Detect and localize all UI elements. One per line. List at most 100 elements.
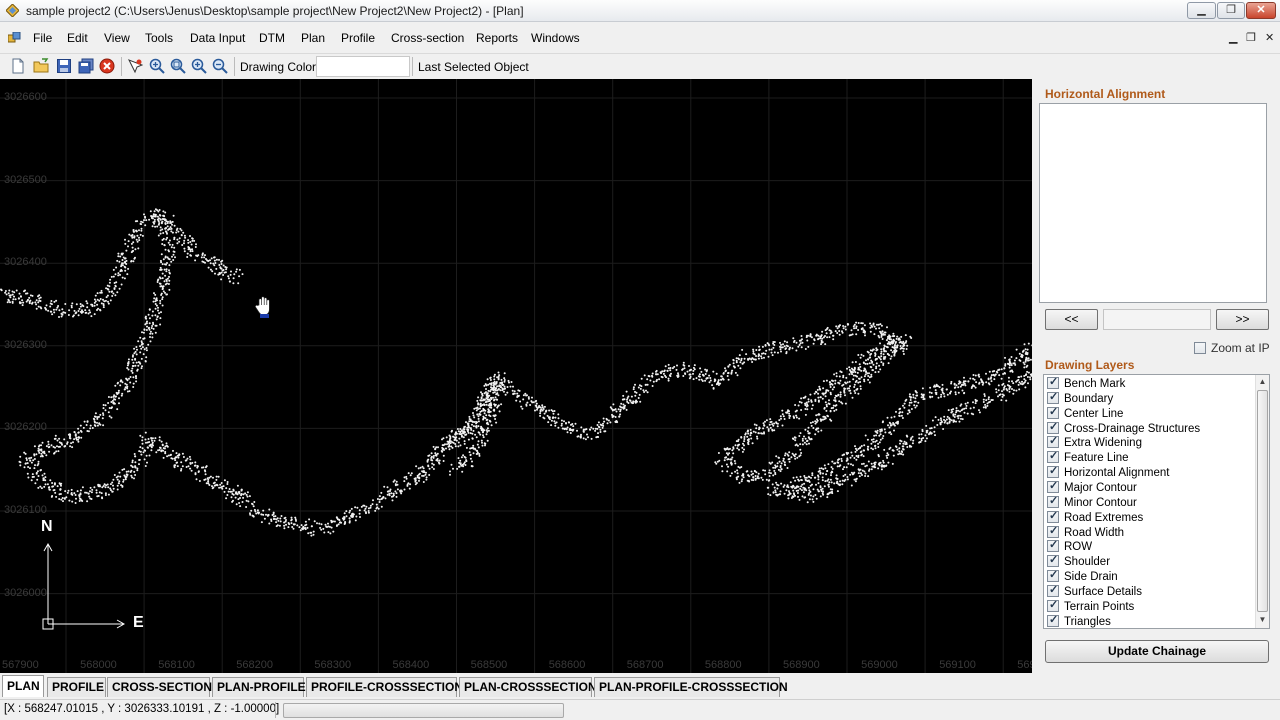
checkbox-icon[interactable] [1047,598,1059,612]
tab-plan-crosssection[interactable]: PLAN-CROSSSECTION [459,677,597,697]
layer-item[interactable]: Horizontal Alignment [1047,464,1169,481]
tab-profile[interactable]: PROFILE [47,677,106,697]
checkbox-icon[interactable] [1047,583,1059,597]
layer-item[interactable]: Triangles [1047,613,1111,628]
layers-scrollbar[interactable]: ▲ ▼ [1255,375,1269,628]
stop-icon[interactable] [99,58,115,74]
terrain-point [237,282,240,285]
terrain-point [60,312,63,315]
tab-plan-profile[interactable]: PLAN-PROFILE [212,677,306,697]
tab-cross-section[interactable]: CROSS-SECTION [107,677,212,697]
layer-item[interactable]: Road Width [1047,524,1124,541]
mdi-close-icon[interactable]: ✕ [1265,31,1274,44]
tab-plan-profile-crosssection[interactable]: PLAN-PROFILE-CROSSSECTION [594,677,788,697]
layer-item[interactable]: Terrain Points [1047,598,1134,615]
mdi-minimize-icon[interactable]: ▁ [1229,31,1237,44]
layer-item[interactable]: Feature Line [1047,449,1129,466]
zoom-window-icon[interactable] [170,58,186,74]
close-button[interactable]: ✕ [1246,2,1276,19]
terrain-point [812,495,815,498]
checkbox-icon[interactable] [1047,479,1059,493]
checkbox-icon[interactable] [1047,420,1059,434]
terrain-point [646,378,649,381]
terrain-point [903,344,906,347]
open-folder-icon[interactable] [33,58,49,74]
checkbox-icon[interactable] [1194,342,1206,354]
checkbox-icon[interactable] [1047,509,1059,523]
drawing-color-field[interactable] [316,56,410,77]
zoom-extents-icon[interactable] [191,58,207,74]
alignment-nav-field[interactable] [1103,309,1211,330]
minimize-button[interactable]: ▁ [1187,2,1216,19]
checkbox-icon[interactable] [1047,464,1059,479]
menu-view[interactable]: View [104,31,130,45]
new-file-icon[interactable] [10,58,26,74]
layer-item[interactable]: Cross-Drainage Structures [1047,420,1200,437]
terrain-point [80,436,83,439]
terrain-point [483,398,486,401]
terrain-point [434,454,437,457]
menu-profile[interactable]: Profile [341,31,375,45]
terrain-point [845,376,848,379]
terrain-point [457,457,460,460]
terrain-point [893,415,896,418]
scroll-thumb[interactable] [1257,390,1268,612]
layer-item[interactable]: Extra Widening [1047,434,1142,451]
scroll-up-icon[interactable]: ▲ [1256,375,1269,389]
scroll-down-icon[interactable]: ▼ [1256,613,1269,627]
layer-item[interactable]: Road Extremes [1047,509,1143,526]
drawing-layers-list[interactable]: Bench MarkBoundaryCenter LineCross-Drain… [1043,374,1270,629]
menu-reports[interactable]: Reports [476,31,518,45]
checkbox-icon[interactable] [1047,553,1059,568]
pointer-icon[interactable] [127,58,143,74]
next-button[interactable]: >> [1216,309,1269,330]
checkbox-icon[interactable] [1047,375,1059,389]
menu-edit[interactable]: Edit [67,31,88,45]
plan-canvas[interactable]: 3026600 3026500 3026400 3026300 3026200 30261… [0,79,1032,673]
layer-item[interactable]: Major Contour [1047,479,1137,496]
terrain-point [937,418,940,421]
checkbox-icon[interactable] [1047,405,1059,419]
tab-profile-crosssection[interactable]: PROFILE-CROSSSECTION [306,677,463,697]
menu-plan[interactable]: Plan [301,31,325,45]
update-chainage-button[interactable]: Update Chainage [1045,640,1269,663]
checkbox-icon[interactable] [1047,524,1059,538]
checkbox-icon[interactable] [1047,494,1059,508]
layer-item[interactable]: Minor Contour [1047,494,1137,511]
terrain-point [76,490,79,493]
checkbox-icon[interactable] [1047,538,1059,553]
horizontal-alignment-list[interactable] [1039,103,1267,303]
restore-button[interactable]: ❐ [1217,2,1245,19]
terrain-point [735,357,738,360]
menu-cross-section[interactable]: Cross-section [391,31,464,45]
checkbox-icon[interactable] [1047,390,1059,404]
save-icon[interactable] [56,58,72,74]
layer-item[interactable]: Surface Details [1047,583,1142,600]
menu-tools[interactable]: Tools [145,31,173,45]
checkbox-icon[interactable] [1047,613,1059,627]
terrain-point [782,415,785,418]
menu-dtm[interactable]: DTM [259,31,285,45]
menu-windows[interactable]: Windows [531,31,580,45]
zoom-at-ip-checkbox[interactable]: Zoom at IP [1194,341,1270,355]
mdi-restore-icon[interactable]: ❐ [1246,31,1256,44]
zoom-out-icon[interactable] [212,58,228,74]
tab-plan[interactable]: PLAN [2,675,44,697]
checkbox-icon[interactable] [1047,449,1059,464]
checkbox-icon[interactable] [1047,568,1059,583]
layer-item[interactable]: Center Line [1047,405,1123,422]
terrain-point [168,272,171,275]
menu-data-input[interactable]: Data Input [190,31,245,45]
terrain-point [500,386,503,389]
save-all-icon[interactable] [78,58,94,74]
checkbox-icon[interactable] [1047,434,1059,449]
terrain-point [428,474,431,476]
layer-item[interactable]: Bench Mark [1047,375,1125,392]
zoom-in-icon[interactable] [149,58,165,74]
document-icon[interactable] [8,32,21,44]
terrain-point [844,478,847,481]
terrain-point [855,458,858,461]
previous-button[interactable]: << [1045,309,1098,330]
menu-file[interactable]: File [33,31,52,45]
terrain-point [526,401,529,404]
